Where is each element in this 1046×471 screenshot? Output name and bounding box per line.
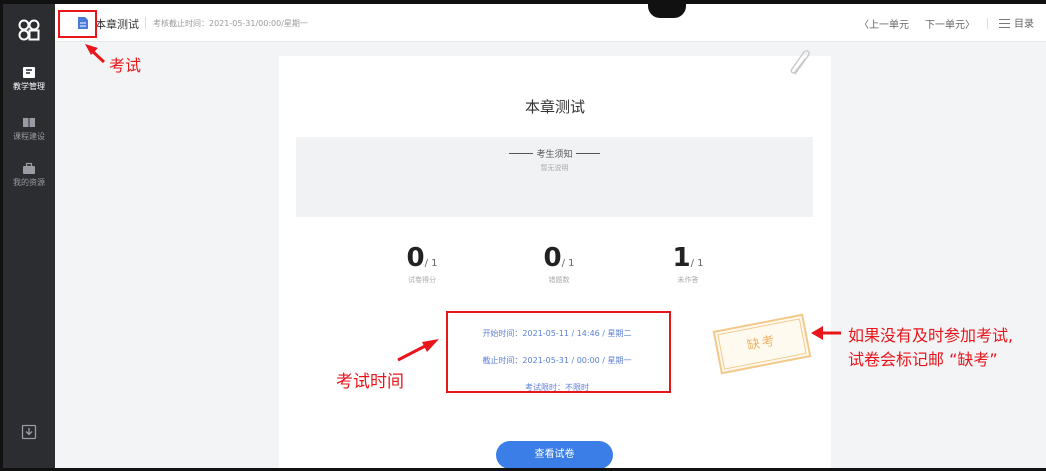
teaching-icon [23, 67, 35, 78]
notice-heading: 考生须知 [296, 147, 813, 160]
stat-total: / 1 [424, 258, 438, 269]
exam-title: 本章测试 [524, 98, 585, 116]
app-logo[interactable] [17, 18, 41, 42]
next-unit-button[interactable]: 下一单元〉 [925, 16, 975, 31]
annotation-box-time [446, 311, 671, 393]
sidebar: 教学管理 课程建设 我的资源 [3, 4, 55, 468]
annotation-exam: 考试 [109, 56, 142, 75]
sidebar-item-label: 教学管理 [13, 82, 45, 91]
catalog-button[interactable]: 目录 [999, 15, 1034, 30]
sidebar-item-label: 课程建设 [13, 132, 45, 141]
divider [987, 18, 988, 29]
stat-unanswered: 1/ 1 未作答 [648, 243, 728, 285]
notice-title: 考生须知 [536, 150, 573, 160]
annotation-missed-line2: 试卷会标记邮 “缺考” [848, 350, 998, 369]
paperclip-icon [790, 50, 810, 75]
view-paper-button[interactable]: 查看试卷 [496, 441, 613, 468]
sidebar-item-resources[interactable]: 我的资源 [3, 156, 55, 196]
stat-total: / 1 [690, 258, 704, 269]
annotation-box-exam [58, 10, 97, 38]
download-icon[interactable] [21, 424, 37, 440]
top-bar: 本章测试 考核截止时间：2021-05-31/00:00/星期一 〈上一单元 下… [55, 4, 1046, 42]
stat-value: 1 [672, 243, 691, 273]
divider [145, 17, 146, 29]
screenshot-frame: 教学管理 课程建设 我的资源 本章测试 考核截止时间：2021-05-31/00… [0, 0, 1046, 471]
stat-value: 0 [406, 243, 425, 273]
stat-label: 错题数 [548, 276, 570, 284]
sidebar-item-teaching[interactable]: 教学管理 [3, 60, 55, 100]
stat-label: 未作答 [677, 276, 699, 284]
stat-total: / 1 [561, 258, 575, 269]
stat-label: 试卷得分 [408, 276, 436, 284]
top-notch-marker [648, 0, 686, 18]
annotation-exam-time: 考试时间 [336, 372, 404, 392]
page-title: 本章测试 [95, 18, 139, 31]
prev-unit-button[interactable]: 〈上一单元 [859, 16, 909, 31]
menu-icon [999, 19, 1010, 28]
sidebar-item-course[interactable]: 课程建设 [3, 110, 55, 150]
deadline-text: 考核截止时间：2021-05-31/00:00/星期一 [153, 19, 308, 28]
notice-body: 暂无说明 [540, 164, 569, 172]
stat-value: 0 [543, 243, 562, 273]
sidebar-item-label: 我的资源 [13, 178, 45, 187]
stat-wrong: 0/ 1 错题数 [519, 243, 599, 285]
annotation-missed-line1: 如果没有及时参加考试, [848, 326, 1014, 345]
stat-score: 0/ 1 试卷得分 [382, 243, 462, 285]
arrow-to-exam-icon [85, 44, 106, 64]
catalog-label: 目录 [1014, 19, 1034, 30]
notice-box: 考生须知 暂无说明 [296, 137, 813, 217]
briefcase-icon [23, 162, 35, 174]
book-icon [23, 118, 35, 127]
